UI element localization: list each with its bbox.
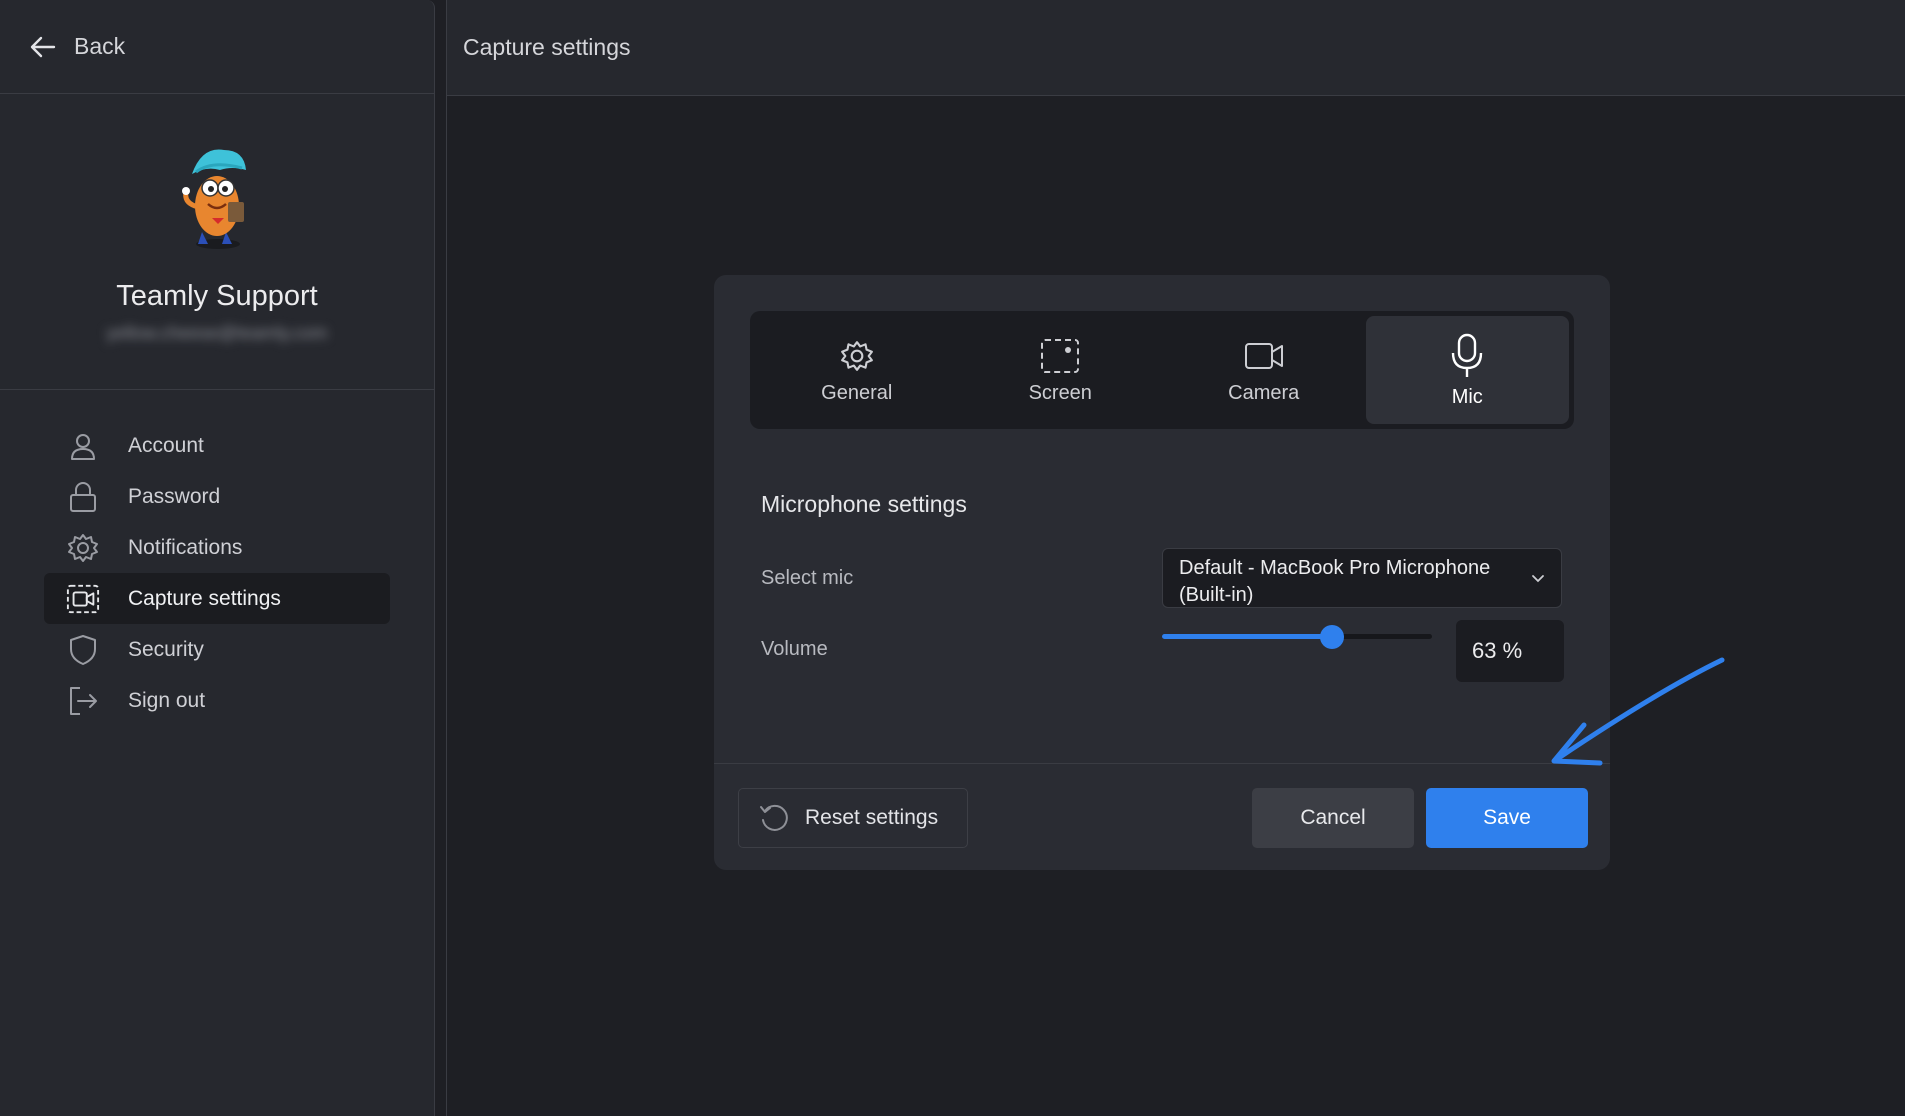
save-button[interactable]: Save [1426, 788, 1588, 848]
reset-settings-button[interactable]: Reset settings [738, 788, 968, 848]
profile-name: Teamly Support [116, 280, 318, 312]
volume-slider[interactable] [1162, 621, 1432, 651]
select-mic-label: Select mic [761, 567, 854, 589]
sidebar-item-account[interactable]: Account [44, 420, 390, 471]
gear-icon [837, 336, 877, 376]
tab-label: General [821, 381, 893, 404]
reset-icon [760, 804, 788, 831]
sidebar-nav: Account Password Notifications Capture s… [0, 390, 434, 726]
tab-label: Camera [1228, 381, 1300, 404]
microphone-icon [1447, 332, 1487, 380]
back-label: Back [74, 33, 126, 59]
tab-label: Mic [1451, 385, 1483, 408]
sidebar-item-password[interactable]: Password [44, 471, 390, 522]
mic-select[interactable]: Default - MacBook Pro Microphone (Built-… [1162, 548, 1562, 608]
sidebar-item-label: Password [128, 484, 221, 508]
sidebar-item-security[interactable]: Security [44, 624, 390, 675]
profile-card: Teamly Support yellow.cheese@teamly.com [0, 94, 434, 390]
sidebar-item-label: Account [128, 433, 204, 457]
volume-value-text: 63 % [1472, 638, 1523, 663]
mic-select-value: Default - MacBook Pro Microphone (Built-… [1179, 557, 1491, 606]
volume-slider-fill [1162, 634, 1333, 639]
profile-email: yellow.cheese@teamly.com [106, 323, 328, 343]
tab-label: Screen [1028, 381, 1092, 404]
sidebar-item-sign-out[interactable]: Sign out [44, 675, 390, 726]
main-header: Capture settings [447, 0, 1905, 96]
volume-label: Volume [761, 638, 828, 660]
tab-screen[interactable]: Screen [959, 316, 1163, 424]
tab-mic[interactable]: Mic [1365, 316, 1569, 424]
volume-value[interactable]: 63 % [1456, 620, 1564, 682]
section-title: Microphone settings [761, 491, 967, 517]
cancel-label: Cancel [1300, 806, 1366, 829]
gear-icon [66, 531, 100, 565]
lock-icon [66, 480, 100, 514]
divider [714, 763, 1610, 764]
user-icon [66, 429, 100, 463]
volume-slider-thumb[interactable] [1320, 625, 1345, 649]
tab-camera[interactable]: Camera [1162, 316, 1366, 424]
sidebar-item-label: Sign out [128, 688, 206, 712]
sidebar-item-notifications[interactable]: Notifications [44, 522, 390, 573]
arrow-left-icon [30, 36, 56, 57]
sidebar-item-capture-settings[interactable]: Capture settings [44, 573, 390, 624]
sidebar-item-label: Security [128, 637, 204, 661]
avatar [182, 149, 246, 249]
camera-icon [1244, 336, 1284, 376]
save-label: Save [1483, 806, 1531, 829]
settings-tabs: General Screen Camera Mic [750, 311, 1574, 429]
chevron-down-icon [1532, 575, 1544, 583]
capture-icon [66, 582, 100, 616]
capture-settings-dialog: General Screen Camera Mic Microphone set… [714, 275, 1610, 870]
sidebar-item-label: Capture settings [128, 586, 281, 610]
screen-capture-icon [1040, 336, 1080, 376]
shield-icon [66, 633, 100, 667]
page-title: Capture settings [463, 34, 631, 60]
tab-general[interactable]: General [755, 316, 959, 424]
back-button[interactable]: Back [0, 0, 434, 94]
sidebar-item-label: Notifications [128, 535, 243, 559]
sidebar: Back Teamly Support yellow.cheese@teamly… [0, 0, 435, 1116]
reset-settings-label: Reset settings [805, 806, 939, 829]
sign-out-icon [66, 684, 100, 718]
cancel-button[interactable]: Cancel [1252, 788, 1414, 848]
